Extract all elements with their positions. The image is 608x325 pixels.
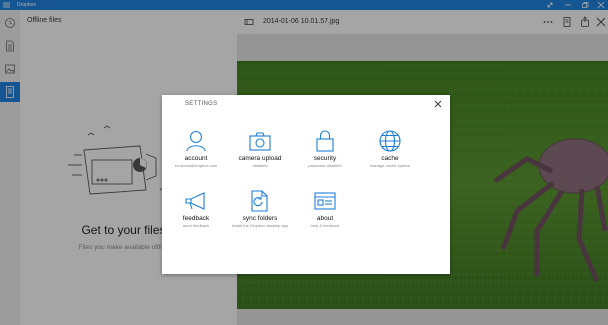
camera-icon <box>248 129 272 153</box>
globe-icon <box>378 129 402 153</box>
settings-tile-feedback[interactable]: feedback send feedback <box>165 189 227 228</box>
tile-label: about <box>316 215 334 222</box>
tile-subtitle: send feedback <box>182 223 210 228</box>
lock-icon <box>313 129 337 153</box>
tile-subtitle: passcode disabled <box>308 163 342 168</box>
tile-subtitle: disabled <box>252 163 268 168</box>
settings-tile-about[interactable]: about help & feedback <box>294 189 356 228</box>
tile-subtitle: Install the Dropbox desktop app <box>231 223 289 228</box>
settings-tile-cache[interactable]: cache manage cache system <box>359 129 421 168</box>
megaphone-icon <box>184 189 208 213</box>
settings-dialog: SETTINGS account en.sbma@dropbox.com cam… <box>162 95 450 274</box>
tile-label: camera upload <box>238 155 282 162</box>
settings-tile-security[interactable]: security passcode disabled <box>294 129 356 168</box>
tile-subtitle: manage cache system <box>369 163 411 168</box>
dialog-title: SETTINGS <box>185 101 218 107</box>
dialog-close-icon[interactable] <box>432 98 444 110</box>
tile-label: cache <box>381 155 399 162</box>
about-icon <box>313 189 337 213</box>
settings-tile-sync-folders[interactable]: sync folders Install the Dropbox desktop… <box>229 189 291 228</box>
settings-tile-account[interactable]: account en.sbma@dropbox.com <box>165 129 227 168</box>
tile-label: account <box>184 155 208 162</box>
person-icon <box>184 129 208 153</box>
tile-label: sync folders <box>242 215 278 222</box>
settings-tile-camera-upload[interactable]: camera upload disabled <box>229 129 291 168</box>
tile-subtitle: en.sbma@dropbox.com <box>174 163 218 168</box>
tile-label: feedback <box>182 215 210 222</box>
tile-subtitle: help & feedback <box>310 223 340 228</box>
tile-label: security <box>313 155 337 162</box>
sync-folder-icon <box>248 189 272 213</box>
